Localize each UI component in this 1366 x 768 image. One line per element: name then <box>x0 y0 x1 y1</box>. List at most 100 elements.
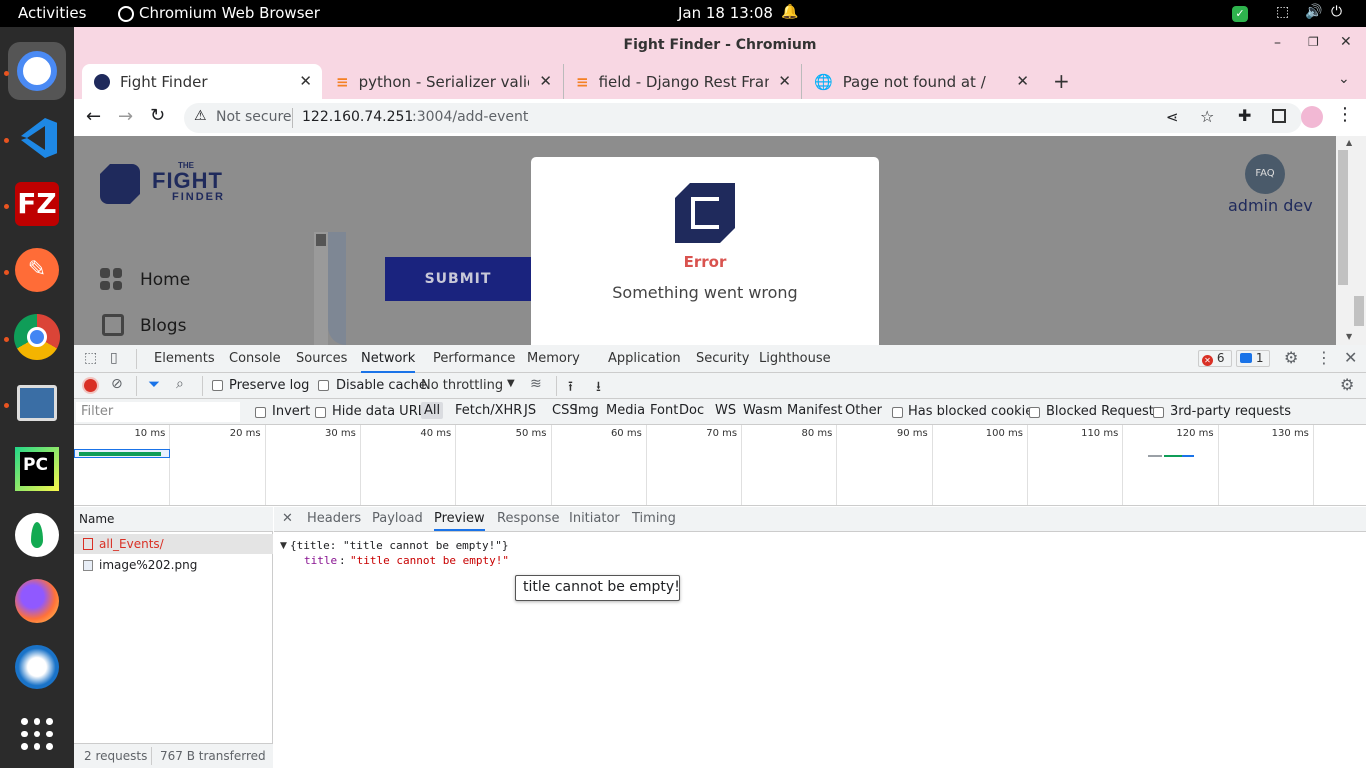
menu-kebab-icon[interactable]: ⋮ <box>1336 104 1354 125</box>
export-har-icon[interactable]: ⭳ <box>596 376 601 400</box>
url-path[interactable]: :3004/add-event <box>412 109 528 125</box>
chrome-dock-icon[interactable] <box>8 308 66 366</box>
bell-icon[interactable]: 🔔 <box>781 4 798 20</box>
network-icon[interactable]: ⬚ <box>1276 4 1289 20</box>
disable-cache-label[interactable]: Disable cache <box>336 378 427 393</box>
type-filter-js[interactable]: JS <box>521 402 539 419</box>
preserve-log-label[interactable]: Preserve log <box>229 378 309 393</box>
throttling-dropdown-icon[interactable]: ▼ <box>507 378 515 389</box>
preserve-log-checkbox[interactable] <box>212 379 223 394</box>
devtools-tab-security[interactable]: Security <box>696 351 749 366</box>
devtools-tab-lighthouse[interactable]: Lighthouse <box>759 351 831 366</box>
sidebar-scrollbar[interactable] <box>314 232 328 345</box>
power-icon[interactable]: ⏻ <box>1331 4 1342 20</box>
bookmark-star-icon[interactable]: ☆ <box>1200 107 1214 126</box>
devtools-tab-memory[interactable]: Memory <box>527 351 580 366</box>
hide-data-urls-checkbox[interactable] <box>315 406 326 421</box>
mongodb-compass-dock-icon[interactable] <box>8 506 66 564</box>
device-toolbar-icon[interactable]: ▯ <box>110 350 118 366</box>
user-name[interactable]: admin dev <box>1228 196 1313 215</box>
invert-label[interactable]: Invert <box>272 404 310 419</box>
warning-icon[interactable]: ⚠ <box>194 108 207 124</box>
tab-close-icon[interactable]: ✕ <box>778 72 791 90</box>
tab-search-chevron-icon[interactable]: ⌄ <box>1338 71 1350 87</box>
show-apps-icon[interactable] <box>8 705 66 763</box>
detail-tab-payload[interactable]: Payload <box>372 511 423 526</box>
close-details-icon[interactable]: ✕ <box>282 511 293 526</box>
devtools-tab-application[interactable]: Application <box>608 351 681 366</box>
settings-gear-icon[interactable]: ⚙ <box>1284 348 1298 367</box>
preview-summary[interactable]: {title: "title cannot be empty!"} <box>290 539 509 552</box>
detail-tab-preview[interactable]: Preview <box>434 511 485 531</box>
hide-data-urls-label[interactable]: Hide data URLs <box>332 404 432 419</box>
inspect-element-icon[interactable]: ⬚ <box>84 350 97 366</box>
request-row[interactable]: image%202.png <box>74 555 273 575</box>
type-filter-img[interactable]: Img <box>571 402 602 419</box>
type-filter-wasm[interactable]: Wasm <box>740 402 785 419</box>
tab-close-icon[interactable]: ✕ <box>299 72 312 90</box>
security-chip[interactable]: Not secure <box>216 109 292 125</box>
third-party-label[interactable]: 3rd-party requests <box>1170 404 1291 419</box>
devtools-tab-elements[interactable]: Elements <box>154 351 215 366</box>
maximize-icon[interactable]: ❐ <box>1308 35 1319 49</box>
activities-button[interactable]: Activities <box>18 4 86 22</box>
expand-triangle-icon[interactable]: ▼ <box>280 541 287 551</box>
has-blocked-cookies-checkbox[interactable] <box>892 406 903 421</box>
tab-close-icon[interactable]: ✕ <box>1016 72 1029 90</box>
import-har-icon[interactable]: ⭱ <box>568 376 573 400</box>
request-row[interactable]: all_Events/ <box>74 534 273 554</box>
filter-input[interactable]: Filter <box>76 402 240 422</box>
postman-dock-icon[interactable]: ✎ <box>8 241 66 299</box>
update-check-icon[interactable]: ✓ <box>1232 6 1248 22</box>
thunderbird-dock-icon[interactable] <box>8 638 66 696</box>
submit-button[interactable]: SUBMIT <box>385 257 531 301</box>
site-logo-text[interactable]: THE FIGHT FINDER <box>152 162 225 203</box>
extensions-icon[interactable]: ✚ <box>1238 106 1251 125</box>
chromium-dock-icon[interactable] <box>8 42 66 100</box>
omnibox[interactable]: ⚠ Not secure 122.160.74.251 :3004/add-ev… <box>184 103 1302 133</box>
type-filter-manifest[interactable]: Manifest <box>784 402 845 419</box>
filezilla-dock-icon[interactable]: FZ <box>8 175 66 233</box>
scrollbar-thumb[interactable] <box>1338 150 1348 285</box>
network-overview-timeline[interactable]: 10 ms 20 ms 30 ms 40 ms 50 ms 60 ms 70 ms 80 ms… <box>74 425 1366 506</box>
type-filter-all[interactable]: All <box>421 402 444 419</box>
share-icon[interactable]: ⋖ <box>1166 108 1179 126</box>
devtools-tab-network[interactable]: Network <box>361 351 416 373</box>
network-conditions-icon[interactable]: ≋ <box>530 376 542 392</box>
detail-tab-initiator[interactable]: Initiator <box>569 511 620 526</box>
blocked-requests-label[interactable]: Blocked Requests <box>1046 404 1161 419</box>
tab-page-not-found[interactable]: 🌐 Page not found at / ✕ <box>801 64 1039 99</box>
filter-icon[interactable]: ⏷ <box>148 375 160 393</box>
devtools-tab-sources[interactable]: Sources <box>296 351 347 366</box>
type-filter-fetch-xhr[interactable]: Fetch/XHR <box>452 402 525 419</box>
url-host[interactable]: 122.160.74.251 <box>302 109 413 125</box>
name-column-header[interactable]: Name <box>74 507 273 532</box>
errors-badge[interactable]: ✕ 6 <box>1198 350 1232 367</box>
type-filter-media[interactable]: Media <box>603 402 648 419</box>
network-settings-icon[interactable]: ⚙ <box>1340 375 1354 394</box>
messages-badge[interactable]: 1 <box>1236 350 1270 367</box>
type-filter-ws[interactable]: WS <box>712 402 739 419</box>
minimize-icon[interactable]: – <box>1274 35 1281 51</box>
new-tab-button[interactable]: + <box>1053 69 1070 93</box>
remote-desktop-dock-icon[interactable] <box>8 374 66 432</box>
clock[interactable]: Jan 18 13:08 <box>678 4 773 22</box>
site-logo-icon[interactable] <box>100 164 140 204</box>
throttling-select[interactable]: No throttling <box>421 378 503 393</box>
profile-avatar[interactable] <box>1301 106 1323 128</box>
detail-tab-response[interactable]: Response <box>497 511 559 526</box>
back-icon[interactable]: ← <box>86 106 101 127</box>
third-party-checkbox[interactable] <box>1153 406 1164 421</box>
has-blocked-cookies-label[interactable]: Has blocked cookies <box>908 404 1040 419</box>
reload-icon[interactable]: ↻ <box>150 105 165 126</box>
tab-fight-finder[interactable]: Fight Finder ✕ <box>82 64 322 99</box>
disable-cache-checkbox[interactable] <box>318 379 329 394</box>
page-scrollbar[interactable]: ▲ ▼ <box>1336 136 1366 345</box>
firefox-dock-icon[interactable] <box>8 572 66 630</box>
app-menu[interactable]: Chromium Web Browser <box>139 4 320 22</box>
devtools-tab-console[interactable]: Console <box>229 351 281 366</box>
tab-stackoverflow-2[interactable]: ≡ field - Django Rest Framew ✕ <box>563 64 801 99</box>
user-avatar[interactable]: FAQ <box>1245 154 1285 194</box>
nav-home[interactable]: Home <box>140 270 190 290</box>
timeline-selection[interactable] <box>74 449 170 458</box>
